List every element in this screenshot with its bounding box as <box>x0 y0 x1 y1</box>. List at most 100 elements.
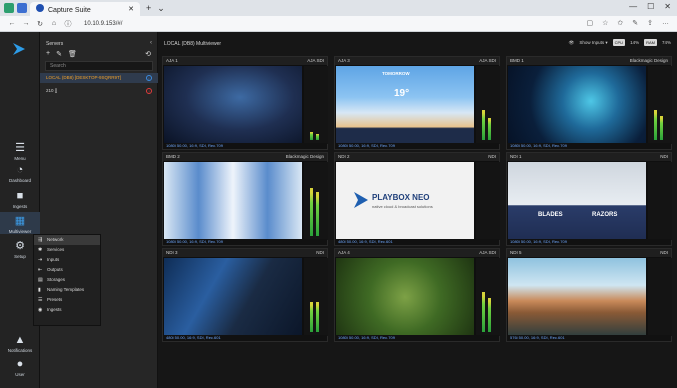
nav-user[interactable]: ● User <box>0 358 40 377</box>
close-window-icon[interactable]: ✕ <box>664 2 671 11</box>
menu-storages[interactable]: ▤ Storages <box>34 275 100 285</box>
naming-template-icon: ▮ <box>38 287 41 293</box>
menu-network[interactable]: ⇶ Network <box>34 235 100 245</box>
playbox-logo-icon <box>13 43 25 55</box>
audio-meter <box>648 258 672 336</box>
sidebar-toggle-icon[interactable] <box>4 3 14 13</box>
tile-format: 480i 50.00, 16:9, SDI, Rec.601 <box>335 239 499 245</box>
tile-name: AJA 1 <box>166 58 178 63</box>
add-server-icon[interactable]: + <box>46 50 50 58</box>
video-tile[interactable]: NDI 3 NDI 480i 50.00, 16:9, SDI, Rec.601 <box>162 248 328 342</box>
audio-meter <box>304 258 328 336</box>
tile-type: Blackmagic Design <box>629 58 668 63</box>
tile-format: 480i 50.00, 16:9, SDI, Rec.601 <box>163 335 327 341</box>
ram-badge: RAM <box>644 39 657 46</box>
menu-naming-templates[interactable]: ▮ Naming Templates <box>34 285 100 295</box>
capture-suite-favicon-icon <box>36 4 44 12</box>
video-tile[interactable]: NDI 1 NDI BLADES RAZORS 1080i 50.00, 16:9… <box>506 152 672 246</box>
browser-tab[interactable]: Capture Suite ✕ <box>30 2 140 16</box>
ingest-icon: ◉ <box>38 307 43 313</box>
edit-server-icon[interactable]: ✎ <box>56 50 62 58</box>
left-navigation: ☰ Menu ◔ Dashboard ■ Ingests ▦ Multiview… <box>0 32 40 388</box>
audio-meter <box>648 66 672 144</box>
tab-dropdown-icon[interactable]: ⌄ <box>157 3 165 14</box>
nav-notifications[interactable]: ▲ Notifications <box>0 334 40 353</box>
video-tile[interactable]: NDI 5 NDI 576i 50.00, 16:9, SDI, Rec.601 <box>506 248 672 342</box>
tile-name: BMD 2 <box>166 154 180 159</box>
refresh-icon[interactable]: ↻ <box>34 20 46 28</box>
close-tab-icon[interactable]: ✕ <box>128 5 134 13</box>
tile-type: NDI <box>488 154 496 159</box>
video-tile[interactable]: AJA 1 AJA SDI 1080i 50.00, 16:9, SDI, Rec… <box>162 56 328 150</box>
cpu-value: 14% <box>630 40 640 45</box>
nav-dashboard[interactable]: ◔ Dashboard <box>0 164 40 183</box>
inputs-icon: ⇥ <box>38 257 43 263</box>
info-status-icon[interactable]: i <box>146 75 152 81</box>
more-icon[interactable]: … <box>662 19 669 27</box>
info-icon: ⓘ <box>64 20 72 28</box>
refresh-servers-icon[interactable]: ⟲ <box>145 50 151 58</box>
hamburger-icon: ☰ <box>15 142 25 154</box>
user-icon: ● <box>16 358 24 370</box>
minimize-icon[interactable]: — <box>629 2 637 11</box>
forward-icon[interactable]: → <box>20 20 32 27</box>
menu-inputs[interactable]: ⇥ Inputs <box>34 255 100 265</box>
gauge-icon: ◔ <box>16 164 24 176</box>
services-icon: ✱ <box>38 247 43 253</box>
tile-type: AJA SDI <box>479 250 496 255</box>
eye-icon: 👁 <box>568 39 575 45</box>
page-title: LOCAL (DB8) Multiviewer <box>164 41 222 47</box>
tab-title: Capture Suite <box>48 7 91 14</box>
servers-panel: Servers ‹ + ✎ 🗑 ⟲ Search LOCAL (DB8) [DE… <box>40 32 158 388</box>
video-preview <box>336 258 474 336</box>
favorite-star-icon[interactable]: ☆ <box>602 19 608 27</box>
url-field[interactable]: 10.10.9.153/#/ <box>84 21 122 27</box>
server-search-input[interactable]: Search <box>45 61 153 71</box>
team-left: BLADES <box>538 212 563 218</box>
playbox-logo-text: PLAYBOX NEO <box>372 193 430 202</box>
video-preview: PLAYBOX NEO native cloud & broadcast sol… <box>336 162 474 240</box>
tile-format: 1080i 50.00, 16:9, SDI, Rec.709 <box>335 143 499 149</box>
audio-meter <box>648 162 672 240</box>
tile-format: 1080i 50.00, 16:9, SDI, Rec.709 <box>335 335 499 341</box>
collapse-panel-icon[interactable]: ‹ <box>150 40 152 46</box>
nav-multiviewer[interactable]: ▦ Multiviewer <box>0 212 40 234</box>
reading-view-icon[interactable]: ▢ <box>586 19 593 27</box>
tile-type: NDI <box>660 250 668 255</box>
notes-pen-icon[interactable]: ✎ <box>632 19 638 27</box>
tile-format: 1080i 50.00, 16:9, SDI, Rec.709 <box>507 239 671 245</box>
video-preview <box>508 258 646 336</box>
playbox-tagline: native cloud & broadcast solutions <box>372 204 433 209</box>
new-tab-icon[interactable]: + <box>146 3 151 13</box>
tab-list-icon[interactable] <box>17 3 27 13</box>
back-icon[interactable]: ← <box>6 20 18 27</box>
nav-ingests[interactable]: ■ Ingests <box>0 190 40 209</box>
share-icon[interactable]: ⇪ <box>647 19 653 27</box>
address-bar: ← → ↻ ⌂ ⓘ 10.10.9.153/#/ ▢ ☆ ✩ ✎ ⇪ … <box>0 16 677 32</box>
video-tile[interactable]: AJA 3 AJA SDI TOMORROW 19° 1080i 50.00, 1… <box>334 56 500 150</box>
nav-menu[interactable]: ☰ Menu <box>0 142 40 161</box>
home-icon[interactable]: ⌂ <box>48 20 60 27</box>
video-tile[interactable]: BMD 2 Blackmagic Design 1080i 50.00, 16:9… <box>162 152 328 246</box>
video-preview: BLADES RAZORS <box>508 162 646 240</box>
video-tile[interactable]: BMD 1 Blackmagic Design 1080i 50.00, 16:9… <box>506 56 672 150</box>
tile-format: 1080i 50.00, 16:9, SDI, Rec.709 <box>163 143 327 149</box>
tile-name: AJA 3 <box>338 58 350 63</box>
delete-server-icon[interactable]: 🗑 <box>68 50 77 58</box>
error-status-icon[interactable]: ! <box>146 88 152 94</box>
menu-presets[interactable]: ☰ Presets <box>34 295 100 305</box>
video-tile[interactable]: NDI 2 NDI PLAYBOX NEO native cloud & broa… <box>334 152 500 246</box>
menu-ingests[interactable]: ◉ Ingests <box>34 305 100 315</box>
browser-tab-strip: Capture Suite ✕ + ⌄ — ☐ ✕ <box>0 0 677 16</box>
video-tile[interactable]: AJA 4 AJA SDI 1080i 50.00, 16:9, SDI, Rec… <box>334 248 500 342</box>
show-inputs-dropdown[interactable]: Show Inputs ▾ <box>579 40 607 46</box>
server-row-210[interactable]: 210 [] ! <box>40 86 158 96</box>
maximize-icon[interactable]: ☐ <box>647 2 654 11</box>
tile-name: NDI 5 <box>510 250 522 255</box>
menu-outputs[interactable]: ⇤ Outputs <box>34 265 100 275</box>
tile-type: NDI <box>316 250 324 255</box>
server-row-local[interactable]: LOCAL (DB8) [DESKTOP-9SQRR9T] i <box>40 73 158 83</box>
tile-type: NDI <box>660 154 668 159</box>
favorites-icon[interactable]: ✩ <box>617 19 623 27</box>
menu-services[interactable]: ✱ Services <box>34 245 100 255</box>
